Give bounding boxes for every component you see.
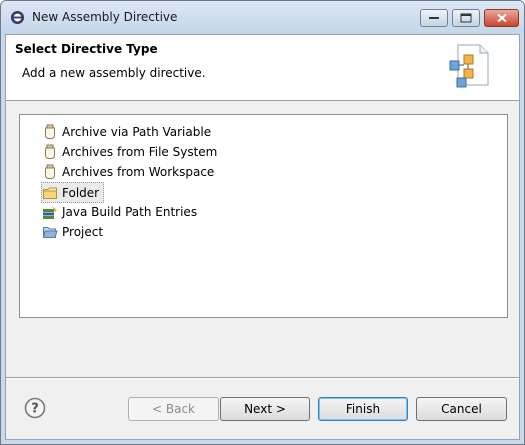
page-title: Select Directive Type — [15, 42, 158, 56]
tree-item-label: Archives from File System — [62, 144, 218, 159]
cancel-button[interactable]: Cancel — [416, 397, 507, 421]
tree-item-archives-from-file-system[interactable]: Archives from File System — [42, 142, 221, 161]
minimize-icon — [429, 17, 439, 19]
tree-item-project[interactable]: Project — [42, 222, 107, 241]
tree-item-label: Archive via Path Variable — [62, 124, 212, 139]
back-button[interactable]: < Back — [128, 397, 219, 421]
maximize-icon — [460, 13, 472, 23]
dialog-client-area: Select Directive Type Add a new assembly… — [5, 34, 520, 440]
close-icon — [496, 13, 507, 23]
tree-item-label: Project — [62, 224, 104, 239]
wizard-banner-icon — [449, 44, 489, 88]
finish-button[interactable]: Finish — [318, 397, 408, 421]
page-description: Add a new assembly directive. — [22, 66, 206, 80]
dialog-window: New Assembly Directive Select Directive … — [0, 0, 525, 445]
next-button[interactable]: Next > — [220, 397, 310, 421]
minimize-button[interactable] — [420, 9, 448, 27]
button-bar-separator — [6, 377, 519, 379]
library-icon — [43, 205, 57, 219]
tree-item-folder[interactable]: Folder — [41, 182, 105, 203]
help-icon[interactable]: ? — [24, 397, 46, 419]
tree-item-label: Folder — [62, 185, 100, 200]
tree-item-archive-via-path-variable[interactable]: Archive via Path Variable — [42, 122, 215, 141]
folder-icon — [43, 187, 57, 199]
tree-item-label: Java Build Path Entries — [62, 204, 198, 219]
tree-item-archives-from-workspace[interactable]: Archives from Workspace — [42, 162, 218, 181]
jar-icon — [45, 124, 55, 139]
title-bar[interactable]: New Assembly Directive — [1, 1, 524, 34]
close-button[interactable] — [484, 9, 519, 27]
jar-icon — [45, 164, 55, 179]
open-folder-icon — [42, 226, 58, 238]
wizard-banner: Select Directive Type Add a new assembly… — [6, 35, 519, 101]
eclipse-app-icon — [10, 10, 25, 25]
directive-type-tree[interactable]: Archive via Path Variable Archives from … — [19, 114, 508, 318]
jar-icon — [45, 144, 55, 159]
svg-text:?: ? — [31, 402, 39, 417]
tree-item-label: Archives from Workspace — [62, 164, 215, 179]
tree-item-java-build-path-entries[interactable]: Java Build Path Entries — [42, 202, 201, 221]
window-title: New Assembly Directive — [32, 10, 178, 24]
maximize-button[interactable] — [452, 9, 480, 27]
